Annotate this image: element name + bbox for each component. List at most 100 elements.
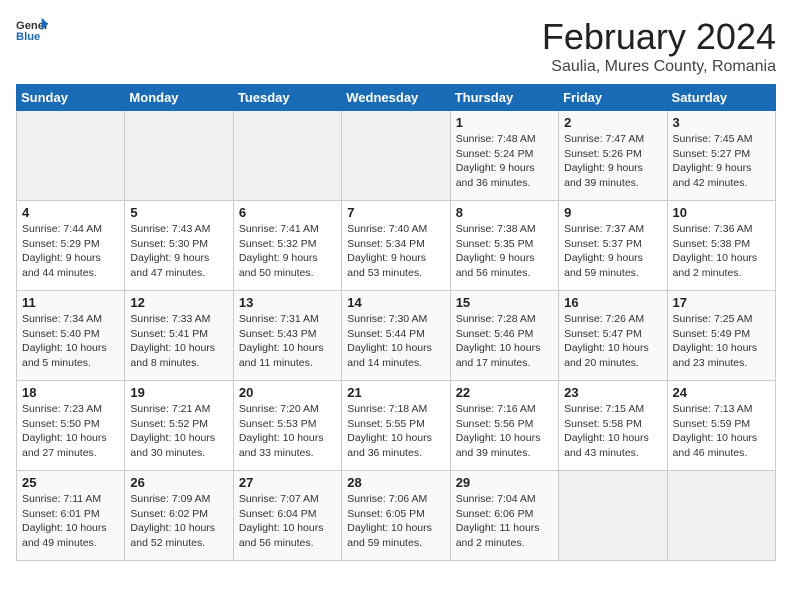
calendar-cell: 14 Sunrise: 7:30 AMSunset: 5:44 PMDayligh… <box>342 291 450 381</box>
calendar-cell: 29 Sunrise: 7:04 AMSunset: 6:06 PMDayligh… <box>450 471 558 561</box>
day-number: 19 <box>130 385 227 400</box>
day-number: 10 <box>673 205 770 220</box>
calendar-cell: 24Sunrise: 7:13 AMSunset: 5:59 PMDayligh… <box>667 381 775 471</box>
day-info: Sunrise: 7:11 AMSunset: 6:01 PMDaylight:… <box>22 492 119 551</box>
day-info: Sunrise: 7:33 AMSunset: 5:41 PMDaylight:… <box>130 312 227 371</box>
day-number: 4 <box>22 205 119 220</box>
day-number: 3 <box>673 115 770 130</box>
calendar-cell: 5Sunrise: 7:43 AMSunset: 5:30 PMDaylight… <box>125 201 233 291</box>
day-info: Sunrise: 7:21 AMSunset: 5:52 PMDaylight:… <box>130 402 227 461</box>
day-number: 21 <box>347 385 444 400</box>
day-info: Sunrise: 7:34 AMSunset: 5:40 PMDaylight:… <box>22 312 119 371</box>
calendar-cell: 27 Sunrise: 7:07 AMSunset: 6:04 PMDayligh… <box>233 471 341 561</box>
day-info: Sunrise: 7:43 AMSunset: 5:30 PMDaylight:… <box>130 222 227 281</box>
day-number: 29 <box>456 475 553 490</box>
day-number: 27 <box>239 475 336 490</box>
day-info: Sunrise: 7:15 AMSunset: 5:58 PMDaylight:… <box>564 402 661 461</box>
day-number: 1 <box>456 115 553 130</box>
calendar-cell: 19 Sunrise: 7:21 AMSunset: 5:52 PMDayligh… <box>125 381 233 471</box>
calendar-week-row: 18 Sunrise: 7:23 AMSunset: 5:50 PMDayligh… <box>17 381 776 471</box>
day-number: 16 <box>564 295 661 310</box>
calendar-cell: 25 Sunrise: 7:11 AMSunset: 6:01 PMDayligh… <box>17 471 125 561</box>
day-header-wednesday: Wednesday <box>342 85 450 111</box>
calendar-cell: 9Sunrise: 7:37 AMSunset: 5:37 PMDaylight… <box>559 201 667 291</box>
calendar-cell: 17Sunrise: 7:25 AMSunset: 5:49 PMDayligh… <box>667 291 775 381</box>
day-info: Sunrise: 7:06 AMSunset: 6:05 PMDaylight:… <box>347 492 444 551</box>
day-info: Sunrise: 7:38 AMSunset: 5:35 PMDaylight:… <box>456 222 553 281</box>
calendar-week-row: 11 Sunrise: 7:34 AMSunset: 5:40 PMDayligh… <box>17 291 776 381</box>
day-number: 15 <box>456 295 553 310</box>
calendar-cell: 8 Sunrise: 7:38 AMSunset: 5:35 PMDaylight… <box>450 201 558 291</box>
day-header-monday: Monday <box>125 85 233 111</box>
day-number: 22 <box>456 385 553 400</box>
calendar-cell: 15 Sunrise: 7:28 AMSunset: 5:46 PMDayligh… <box>450 291 558 381</box>
day-info: Sunrise: 7:45 AMSunset: 5:27 PMDaylight:… <box>673 132 770 191</box>
calendar-cell: 13Sunrise: 7:31 AMSunset: 5:43 PMDayligh… <box>233 291 341 381</box>
calendar-cell <box>17 111 125 201</box>
calendar-cell <box>342 111 450 201</box>
month-title: February 2024 <box>542 16 776 58</box>
calendar-cell: 22 Sunrise: 7:16 AMSunset: 5:56 PMDayligh… <box>450 381 558 471</box>
day-number: 25 <box>22 475 119 490</box>
day-info: Sunrise: 7:13 AMSunset: 5:59 PMDaylight:… <box>673 402 770 461</box>
day-info: Sunrise: 7:47 AMSunset: 5:26 PMDaylight:… <box>564 132 661 191</box>
day-info: Sunrise: 7:26 AMSunset: 5:47 PMDaylight:… <box>564 312 661 371</box>
day-info: Sunrise: 7:36 AMSunset: 5:38 PMDaylight:… <box>673 222 770 281</box>
calendar-cell: 1 Sunrise: 7:48 AMSunset: 5:24 PMDaylight… <box>450 111 558 201</box>
day-number: 28 <box>347 475 444 490</box>
calendar-cell: 21Sunrise: 7:18 AMSunset: 5:55 PMDayligh… <box>342 381 450 471</box>
logo: General Blue <box>16 16 48 44</box>
day-info: Sunrise: 7:23 AMSunset: 5:50 PMDaylight:… <box>22 402 119 461</box>
day-number: 14 <box>347 295 444 310</box>
day-number: 8 <box>456 205 553 220</box>
day-number: 26 <box>130 475 227 490</box>
day-info: Sunrise: 7:44 AMSunset: 5:29 PMDaylight:… <box>22 222 119 281</box>
day-info: Sunrise: 7:28 AMSunset: 5:46 PMDaylight:… <box>456 312 553 371</box>
day-header-saturday: Saturday <box>667 85 775 111</box>
calendar-cell: 4 Sunrise: 7:44 AMSunset: 5:29 PMDaylight… <box>17 201 125 291</box>
calendar-cell: 10 Sunrise: 7:36 AMSunset: 5:38 PMDayligh… <box>667 201 775 291</box>
day-info: Sunrise: 7:16 AMSunset: 5:56 PMDaylight:… <box>456 402 553 461</box>
day-info: Sunrise: 7:07 AMSunset: 6:04 PMDaylight:… <box>239 492 336 551</box>
calendar-cell <box>667 471 775 561</box>
day-info: Sunrise: 7:30 AMSunset: 5:44 PMDaylight:… <box>347 312 444 371</box>
day-info: Sunrise: 7:48 AMSunset: 5:24 PMDaylight:… <box>456 132 553 191</box>
page-header: General Blue February 2024 Saulia, Mures… <box>16 16 776 76</box>
svg-text:Blue: Blue <box>16 31 40 43</box>
calendar-cell: 20 Sunrise: 7:20 AMSunset: 5:53 PMDayligh… <box>233 381 341 471</box>
calendar-cell: 23 Sunrise: 7:15 AMSunset: 5:58 PMDayligh… <box>559 381 667 471</box>
day-number: 9 <box>564 205 661 220</box>
day-info: Sunrise: 7:40 AMSunset: 5:34 PMDaylight:… <box>347 222 444 281</box>
day-number: 20 <box>239 385 336 400</box>
day-header-thursday: Thursday <box>450 85 558 111</box>
day-header-friday: Friday <box>559 85 667 111</box>
calendar-cell: 3 Sunrise: 7:45 AMSunset: 5:27 PMDaylight… <box>667 111 775 201</box>
day-number: 23 <box>564 385 661 400</box>
calendar-cell <box>233 111 341 201</box>
logo-icon: General Blue <box>16 16 48 44</box>
calendar-header-row: SundayMondayTuesdayWednesdayThursdayFrid… <box>17 85 776 111</box>
calendar-cell: 28 Sunrise: 7:06 AMSunset: 6:05 PMDayligh… <box>342 471 450 561</box>
day-number: 2 <box>564 115 661 130</box>
day-info: Sunrise: 7:04 AMSunset: 6:06 PMDaylight:… <box>456 492 553 551</box>
calendar-cell: 16 Sunrise: 7:26 AMSunset: 5:47 PMDayligh… <box>559 291 667 381</box>
calendar-week-row: 25 Sunrise: 7:11 AMSunset: 6:01 PMDayligh… <box>17 471 776 561</box>
calendar-cell: 12 Sunrise: 7:33 AMSunset: 5:41 PMDayligh… <box>125 291 233 381</box>
day-header-sunday: Sunday <box>17 85 125 111</box>
day-number: 6 <box>239 205 336 220</box>
day-number: 18 <box>22 385 119 400</box>
calendar-cell: 2 Sunrise: 7:47 AMSunset: 5:26 PMDaylight… <box>559 111 667 201</box>
calendar-cell: 6 Sunrise: 7:41 AMSunset: 5:32 PMDaylight… <box>233 201 341 291</box>
calendar-cell <box>125 111 233 201</box>
day-number: 12 <box>130 295 227 310</box>
calendar-table: SundayMondayTuesdayWednesdayThursdayFrid… <box>16 84 776 561</box>
calendar-cell: 18 Sunrise: 7:23 AMSunset: 5:50 PMDayligh… <box>17 381 125 471</box>
day-info: Sunrise: 7:41 AMSunset: 5:32 PMDaylight:… <box>239 222 336 281</box>
day-info: Sunrise: 7:09 AMSunset: 6:02 PMDaylight:… <box>130 492 227 551</box>
calendar-week-row: 4 Sunrise: 7:44 AMSunset: 5:29 PMDaylight… <box>17 201 776 291</box>
day-number: 11 <box>22 295 119 310</box>
calendar-cell: 7Sunrise: 7:40 AMSunset: 5:34 PMDaylight… <box>342 201 450 291</box>
day-number: 13 <box>239 295 336 310</box>
day-info: Sunrise: 7:20 AMSunset: 5:53 PMDaylight:… <box>239 402 336 461</box>
calendar-cell <box>559 471 667 561</box>
